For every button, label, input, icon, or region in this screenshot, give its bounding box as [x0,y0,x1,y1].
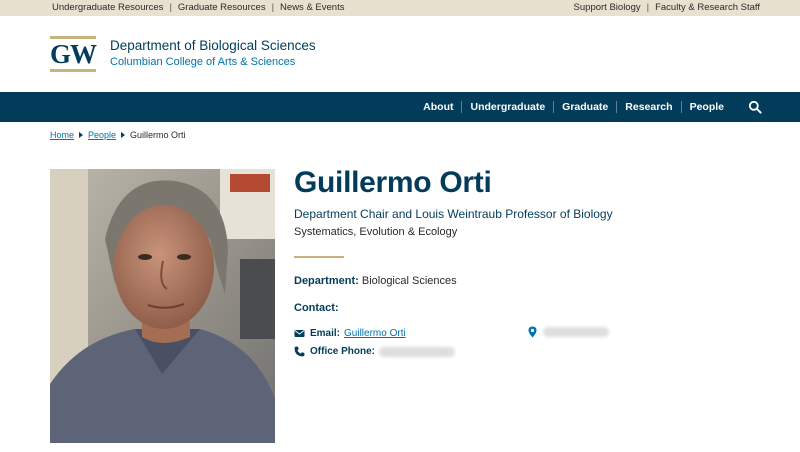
nav-item-people[interactable]: People [680,101,732,113]
office-phone-label: Office Phone: [310,346,376,357]
gw-logo[interactable]: GW [50,36,97,72]
utility-link-support-biology[interactable]: Support Biology [574,2,641,13]
utility-bar: Undergraduate Resources | Graduate Resou… [0,0,800,16]
utility-link-undergraduate-resources[interactable]: Undergraduate Resources [52,2,163,13]
envelope-icon [294,330,305,337]
caret-right-icon [121,132,126,138]
utility-links-left: Undergraduate Resources | Graduate Resou… [52,2,344,13]
contact-heading: Contact: [294,302,339,314]
profile-subtitle: Systematics, Evolution & Ecology [294,226,458,238]
phone-icon [294,346,305,357]
main-nav: About Undergraduate Graduate Research Pe… [0,92,800,122]
nav-item-graduate[interactable]: Graduate [553,101,616,113]
caret-right-icon [79,132,84,138]
divider: | [271,2,275,13]
logo-bar [50,69,96,72]
utility-link-faculty-staff[interactable]: Faculty & Research Staff [655,2,760,13]
portrait-image [50,169,275,443]
breadcrumb-people[interactable]: People [88,130,116,140]
profile-photo [50,169,275,443]
email-label: Email: [310,328,341,339]
divider: | [169,2,172,13]
department-line: Department: Biological Sciences [294,275,457,287]
profile-name: Guillermo Orti [294,166,492,199]
utility-links-right: Support Biology | Faculty & Research Sta… [574,2,760,13]
office-phone-redacted [379,346,456,357]
map-pin-icon [528,326,537,338]
divider [294,256,344,258]
department-label: Department: [294,275,359,287]
search-icon[interactable] [748,100,762,114]
site-header: GW Department of Biological Sciences Col… [0,16,800,92]
utility-link-graduate-resources[interactable]: Graduate Resources [178,2,266,13]
email-link[interactable]: Guillermo Orti [344,328,406,339]
nav-item-undergraduate[interactable]: Undergraduate [461,101,553,113]
nav-item-about[interactable]: About [415,101,461,113]
phone-row: Office Phone: [294,346,456,357]
location-redacted [543,327,609,337]
utility-link-news-events[interactable]: News & Events [280,2,344,13]
department-value: Biological Sciences [361,275,457,287]
logo-text: GW [50,38,97,69]
nav-item-research[interactable]: Research [616,101,680,113]
breadcrumb-current: Guillermo Orti [130,130,186,140]
breadcrumb-home[interactable]: Home [50,130,74,140]
location-row [528,326,609,338]
email-row: Email: Guillermo Orti [294,328,406,339]
breadcrumb: Home People Guillermo Orti [50,130,186,140]
college-name[interactable]: Columbian College of Arts & Sciences [110,56,295,68]
profile-title: Department Chair and Louis Weintraub Pro… [294,207,613,221]
divider: | [646,2,650,13]
department-name[interactable]: Department of Biological Sciences [110,38,316,53]
